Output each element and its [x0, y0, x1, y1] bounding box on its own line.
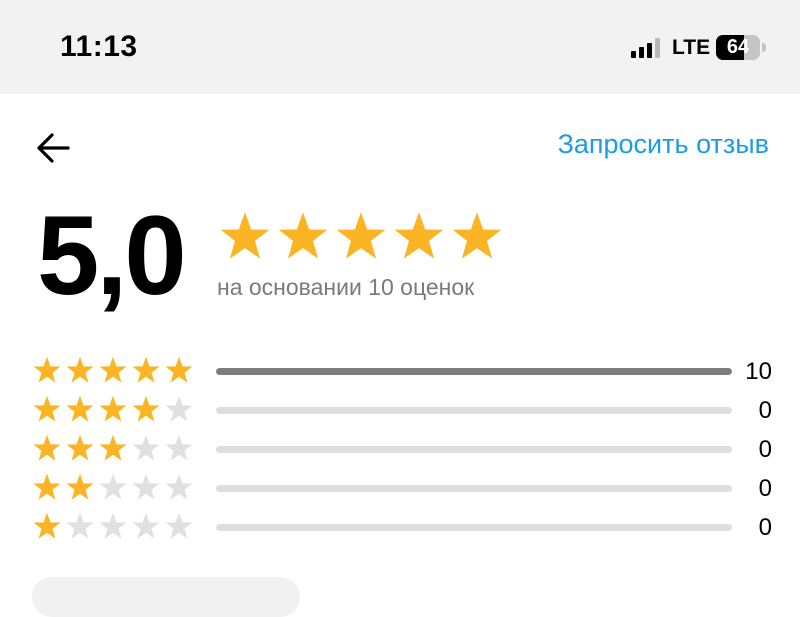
- rating-bar-track: [216, 446, 732, 453]
- star-filled-icon: [99, 395, 127, 422]
- star-filled-icon: [66, 434, 94, 461]
- star-empty-icon: [66, 512, 94, 539]
- breakdown-row-5[interactable]: 10: [32, 352, 772, 391]
- battery-icon: 64: [716, 35, 760, 60]
- star-filled-icon: [33, 356, 61, 383]
- star-filled-icon: [33, 473, 61, 500]
- star-filled-icon: [336, 212, 386, 259]
- row-stars: [32, 472, 194, 502]
- battery-tip: [762, 43, 766, 52]
- star-filled-icon: [99, 356, 127, 383]
- back-button[interactable]: [34, 128, 74, 168]
- filter-chip[interactable]: [32, 577, 300, 617]
- star-filled-icon: [66, 356, 94, 383]
- star-filled-icon: [33, 512, 61, 539]
- star-empty-icon: [165, 395, 193, 422]
- row-stars: [32, 511, 194, 541]
- rating-count: 0: [758, 475, 772, 502]
- star-filled-icon: [66, 395, 94, 422]
- star-filled-icon: [165, 356, 193, 383]
- breakdown-row-4[interactable]: 0: [32, 391, 772, 430]
- rating-bar-track: [216, 485, 732, 492]
- rating-bar-fill: [216, 368, 732, 375]
- breakdown-row-3[interactable]: 0: [32, 430, 772, 469]
- network-type: LTE: [672, 36, 711, 59]
- star-filled-icon: [220, 212, 270, 259]
- star-empty-icon: [132, 434, 160, 461]
- row-stars: [32, 394, 194, 424]
- star-filled-icon: [132, 356, 160, 383]
- rating-count: 0: [758, 514, 772, 541]
- star-filled-icon: [66, 473, 94, 500]
- breakdown-row-1[interactable]: 0: [32, 508, 772, 547]
- rating-count: 0: [758, 397, 772, 424]
- request-review-link[interactable]: Запросить отзыв: [558, 129, 769, 160]
- row-stars: [32, 355, 194, 385]
- star-filled-icon: [452, 212, 502, 259]
- star-filled-icon: [33, 395, 61, 422]
- star-filled-icon: [132, 395, 160, 422]
- star-empty-icon: [165, 512, 193, 539]
- status-time: 11:13: [60, 30, 138, 63]
- star-empty-icon: [165, 434, 193, 461]
- breakdown-row-2[interactable]: 0: [32, 469, 772, 508]
- rating-bar-track: [216, 368, 732, 375]
- star-empty-icon: [99, 473, 127, 500]
- battery-level: 64: [726, 36, 750, 58]
- star-filled-icon: [33, 434, 61, 461]
- rating-bar-track: [216, 407, 732, 414]
- rating-value: 5,0: [37, 193, 187, 318]
- row-stars: [32, 433, 194, 463]
- star-filled-icon: [99, 434, 127, 461]
- star-empty-icon: [99, 512, 127, 539]
- status-bar: 11:13 LTE 64: [0, 0, 800, 94]
- star-empty-icon: [132, 473, 160, 500]
- arrow-left-icon: [37, 133, 70, 163]
- rating-count: 0: [758, 436, 772, 463]
- rating-count: 10: [745, 358, 772, 385]
- star-filled-icon: [278, 212, 328, 259]
- star-filled-icon: [394, 212, 444, 259]
- rating-stars: [218, 209, 504, 263]
- star-empty-icon: [165, 473, 193, 500]
- star-empty-icon: [132, 512, 160, 539]
- ratings-count-text: на основании 10 оценок: [217, 274, 475, 300]
- rating-bar-track: [216, 524, 732, 531]
- cellular-signal-icon: [631, 38, 663, 58]
